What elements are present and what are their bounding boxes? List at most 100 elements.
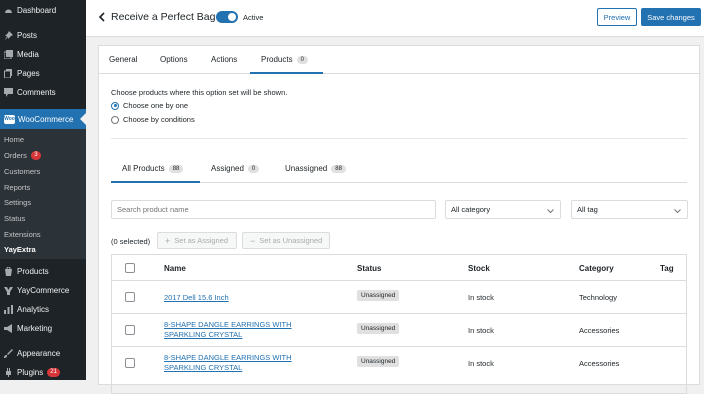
submenu-item-extensions[interactable]: Extensions — [4, 230, 41, 239]
sidebar-item-marketing[interactable]: Marketing — [0, 319, 86, 338]
submenu-item-settings[interactable]: Settings — [4, 198, 31, 207]
submenu-item-customers[interactable]: Customers — [4, 167, 40, 176]
preview-button[interactable]: Preview — [597, 8, 637, 26]
toggle-label: Active — [243, 13, 264, 22]
table-row: 8-SHAPE DANGLE EARRINGS WITH SPARKLING C… — [112, 313, 686, 346]
sidebar-item-comments[interactable]: Comments — [0, 83, 86, 102]
submenu-label: YayExtra — [4, 245, 36, 254]
back-arrow-icon[interactable] — [98, 11, 108, 23]
row-checkbox[interactable] — [125, 292, 135, 302]
option-set-card: General Options Actions Products 0 Choose… — [98, 45, 700, 394]
subtab-all-products[interactable]: All Products 88 — [111, 156, 200, 183]
tab-label: Products — [261, 55, 293, 64]
radio-button[interactable] — [111, 115, 119, 124]
name-line: SPARKLING CRYSTAL — [164, 330, 243, 339]
radio-choose-one-by-one[interactable]: Choose one by one — [111, 101, 188, 110]
product-filter-tabs: All Products 88 Assigned 0 Unassigned 88 — [111, 156, 687, 183]
woocommerce-submenu: Home Orders 3 Customers Reports Settings … — [0, 129, 86, 259]
product-name-link[interactable]: 8-SHAPE DANGLE EARRINGS WITH SPARKLING C… — [164, 353, 292, 373]
choose-products-text: Choose products where this option set wi… — [111, 88, 288, 97]
stock-value: In stock — [468, 359, 494, 368]
status-badge: Unassigned — [357, 323, 400, 334]
sidebar-item-label: Marketing — [17, 324, 53, 333]
select-value: All category — [451, 205, 491, 214]
stock-value: In stock — [468, 326, 494, 335]
table-row: 2017 Dell 15.6 Inch Unassigned In stock … — [112, 280, 686, 313]
set-as-assigned-button[interactable]: + Set as Assigned — [157, 232, 237, 249]
sidebar-item-woocommerce[interactable]: Woo WooCommerce — [0, 109, 86, 129]
admin-sidebar: Dashboard Posts Media Pages Comments Woo… — [0, 0, 86, 380]
products-icon — [4, 267, 13, 276]
sidebar-item-label: Pages — [17, 69, 40, 78]
subtab-unassigned[interactable]: Unassigned 88 — [285, 164, 346, 173]
chevron-down-icon — [674, 207, 681, 216]
sidebar-item-pages[interactable]: Pages — [0, 64, 86, 83]
category-select[interactable]: All category — [445, 200, 561, 219]
pages-icon — [4, 69, 13, 78]
sidebar-item-media[interactable]: Media — [0, 45, 86, 64]
page-header: Receive a Perfect Bag Active Preview Sav… — [86, 0, 704, 37]
tab-count-badge: 0 — [296, 55, 308, 64]
yaycommerce-icon — [4, 286, 13, 295]
product-name-link[interactable]: 2017 Dell 15.6 Inch — [164, 293, 229, 303]
comments-icon — [4, 88, 13, 97]
subtab-label: All Products 88 — [122, 164, 184, 173]
search-product-input[interactable] — [111, 200, 436, 219]
sidebar-item-yaycommerce[interactable]: YayCommerce — [0, 281, 86, 300]
active-toggle[interactable] — [216, 11, 238, 23]
sidebar-item-analytics[interactable]: Analytics — [0, 300, 86, 319]
row-checkbox[interactable] — [125, 325, 135, 335]
subtab-text: Assigned — [211, 164, 244, 173]
chevron-down-icon — [547, 207, 554, 216]
submenu-item-reports[interactable]: Reports — [4, 183, 30, 192]
column-header-status: Status — [357, 264, 382, 273]
sidebar-item-label: Comments — [17, 88, 56, 97]
tab-actions[interactable]: Actions — [211, 55, 237, 64]
radio-button-selected[interactable] — [111, 101, 119, 110]
submenu-label: Status — [4, 214, 26, 223]
sidebar-item-dashboard[interactable]: Dashboard — [0, 1, 86, 20]
category-value: Accessories — [579, 326, 620, 335]
sidebar-item-appearance[interactable]: Appearance — [0, 344, 86, 363]
sidebar-item-products[interactable]: Products — [0, 262, 86, 281]
tab-options[interactable]: Options — [160, 55, 188, 64]
woo-icon: Woo — [4, 114, 15, 124]
sidebar-item-label: Posts — [17, 31, 38, 40]
sidebar-item-label: Appearance — [17, 349, 61, 358]
stock-value: In stock — [468, 293, 494, 302]
subtab-text: Unassigned — [285, 164, 328, 173]
appearance-icon — [4, 349, 13, 358]
select-all-checkbox[interactable] — [125, 263, 135, 273]
save-changes-button[interactable]: Save changes — [641, 8, 701, 26]
column-header-name: Name — [164, 264, 186, 273]
tab-general[interactable]: General — [109, 55, 137, 64]
submenu-item-home[interactable]: Home — [4, 135, 24, 144]
sidebar-item-label: Analytics — [17, 305, 50, 314]
select-value: All tag — [577, 205, 598, 214]
submenu-label: Orders — [4, 151, 27, 160]
minus-icon: − — [250, 235, 256, 246]
name-line: 8-SHAPE DANGLE EARRINGS WITH — [164, 320, 292, 329]
marketing-icon — [4, 324, 13, 333]
plus-icon: + — [165, 235, 171, 246]
tab-products[interactable]: Products 0 — [250, 46, 323, 74]
sidebar-item-posts[interactable]: Posts — [0, 26, 86, 45]
submenu-item-orders[interactable]: Orders 3 — [4, 151, 41, 160]
submenu-label: Reports — [4, 183, 31, 192]
radio-choose-by-conditions[interactable]: Choose by conditions — [111, 115, 195, 124]
divider — [111, 138, 687, 139]
orders-count-badge: 3 — [30, 151, 41, 160]
subtab-text: All Products — [122, 164, 165, 173]
tag-select[interactable]: All tag — [571, 200, 688, 219]
column-header-category: Category — [579, 264, 614, 273]
pin-icon — [4, 31, 13, 40]
set-as-unassigned-button[interactable]: − Set as Unassigned — [242, 232, 330, 249]
sidebar-item-plugins[interactable]: Plugins 21 — [0, 363, 86, 382]
subtab-assigned[interactable]: Assigned 0 — [211, 164, 260, 173]
submenu-item-status[interactable]: Status — [4, 214, 25, 223]
row-checkbox[interactable] — [125, 358, 135, 368]
product-name-link[interactable]: 8-SHAPE DANGLE EARRINGS WITH SPARKLING C… — [164, 320, 292, 340]
button-label: Set as Unassigned — [259, 236, 323, 245]
radio-label: Choose one by one — [123, 101, 189, 110]
submenu-item-yayextra[interactable]: YayExtra — [4, 245, 36, 254]
